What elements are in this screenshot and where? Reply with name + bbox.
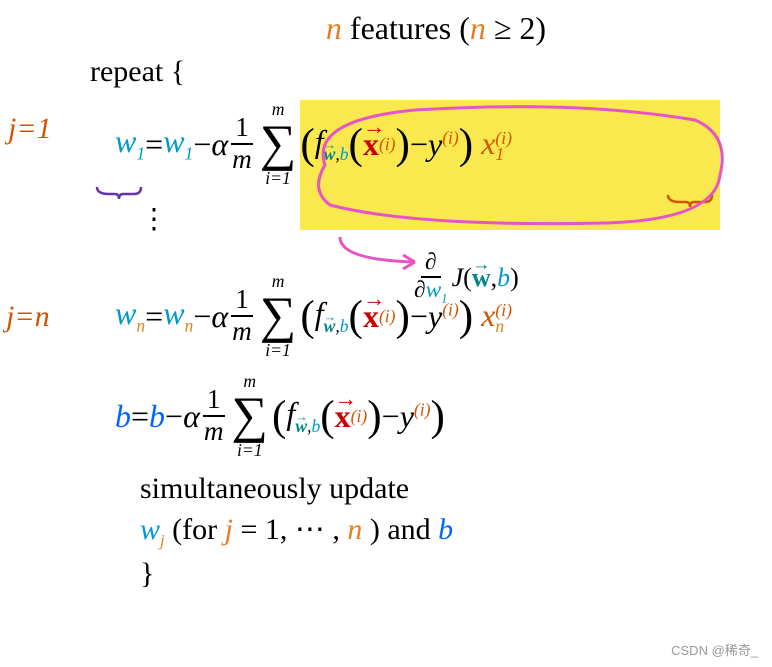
x-vec: x [363,126,379,163]
f: fw,b [315,123,349,164]
var-n: n [326,10,342,46]
repeat-text: repeat { [90,55,752,89]
w1-rhs: w1 [163,123,193,164]
frac-1m-n: 1 m [228,285,256,347]
lparen2: ( [349,120,363,169]
frac-1m-b: 1 m [200,385,228,447]
equals: = [145,126,163,163]
lparen: ( [300,120,314,169]
equation-w1: w1 = w1 − α 1 m m ∑ i=1 ( fw,b ( x(i) ) … [115,94,752,194]
close-brace: } [140,557,752,591]
equals-n: = [145,298,163,335]
alpha-b: α [183,398,200,435]
annotation-j1: j=1 [8,112,52,146]
w1-lhs: w1 [115,123,145,164]
minus: − [193,126,211,163]
equals-b: = [131,398,149,435]
vdots: ⋮ [140,202,752,236]
y-term: y(i) [428,126,459,163]
b-lhs: b [115,398,131,435]
sigma-b: m ∑ i=1 [232,373,269,459]
sim-update-detail: wj (for j = 1, ⋯ , n ) and b [140,512,752,551]
rparen2: ) [396,120,410,169]
x1-term: x(i)1 [481,125,512,162]
title-line: n features (n ≥ 2) [120,10,752,47]
rparen: ) [459,120,473,169]
equation-b: b = b − α 1 m m ∑ i=1 ( fw,b ( x(i) ) − … [115,366,752,466]
alpha-n: α [211,298,228,335]
minus-b: − [165,398,183,435]
var-n-2: n [470,10,486,46]
wn-lhs: wn [115,295,145,336]
minus-y: − [410,126,428,163]
paren-open: ( [459,10,470,46]
features-text: features [342,10,459,46]
watermark: CSDN @稀奇_ [671,640,758,659]
equation-wn: wn = wn − α 1 m m ∑ i=1 ( fw,b ( x(i) ) … [115,266,752,366]
sigma-n: m ∑ i=1 [260,273,297,359]
annotation-jn: j=n [6,300,50,334]
alpha: α [211,126,228,163]
sigma: m ∑ i=1 [260,101,297,187]
b-rhs: b [149,398,165,435]
sim-update-text: simultaneously update [140,472,752,506]
frac-1m: 1 m [228,113,256,175]
minus-n: − [193,298,211,335]
ge-2: ≥ 2) [486,10,546,46]
wn-rhs: wn [163,295,193,336]
